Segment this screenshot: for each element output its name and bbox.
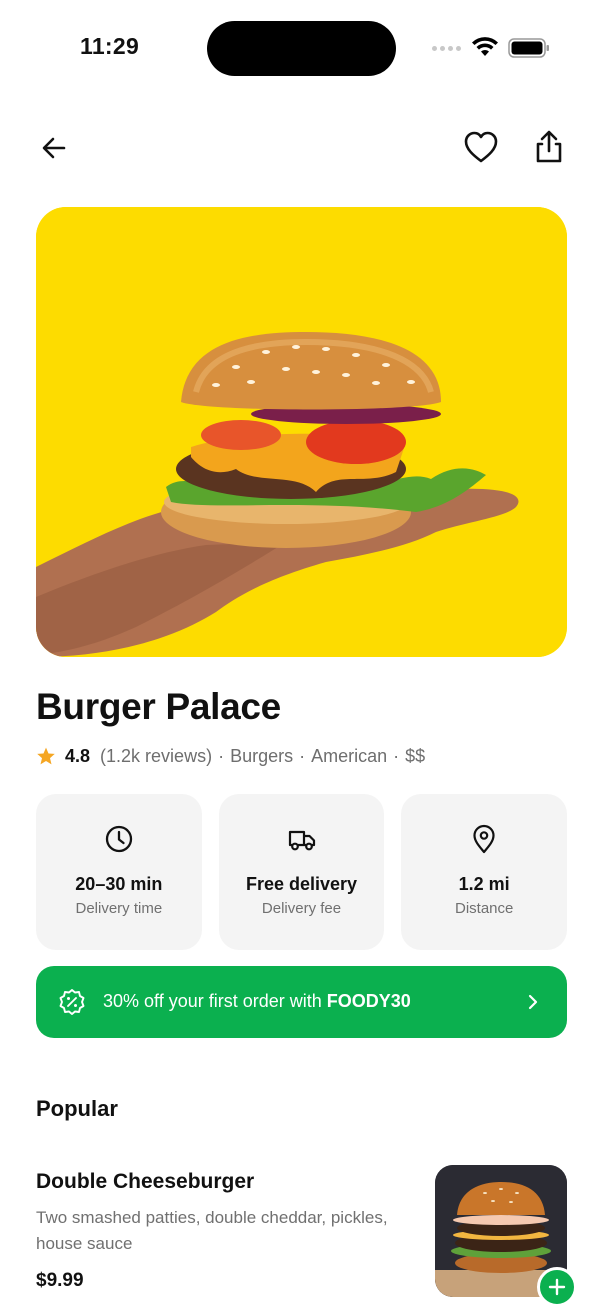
cuisine-tag: Burgers [230,745,294,766]
discount-badge-icon [59,989,85,1015]
price-level: $$ [405,745,426,766]
distance-card: 1.2 mi Distance [401,794,568,950]
favorite-button[interactable] [459,125,503,169]
menu-item[interactable]: Double Cheeseburger Two smashed patties,… [0,1160,603,1311]
truck-icon [288,830,315,851]
cellular-signal-icon [432,46,461,51]
promo-text: 30% off your first order with FOODY30 [103,991,411,1012]
promo-message: 30% off your first order with [103,991,327,1011]
hero-image [36,207,567,657]
delivery-time-label: Delivery time [75,900,163,917]
chevron-right-icon [528,994,538,1010]
rating-value: 4.8 [65,745,91,766]
meta-separator: · [299,745,306,766]
status-bar: 11:29 [0,0,603,96]
delivery-time-card: 20–30 min Delivery time [36,794,202,950]
arrow-left-icon [42,137,66,159]
popular-section-title: Popular [36,1096,118,1121]
status-time: 11:29 [80,33,140,59]
meta-separator: · [393,745,400,766]
menu-item-description: Two smashed patties, double cheddar, pic… [36,1208,388,1253]
battery-icon [508,38,549,58]
star-icon [37,747,55,765]
plus-icon [548,1278,566,1296]
menu-item-name: Double Cheeseburger [36,1170,255,1193]
delivery-fee-value: Free delivery [245,874,358,894]
add-to-cart-button[interactable] [537,1267,577,1307]
back-button[interactable] [32,126,76,170]
share-button[interactable] [527,125,571,169]
delivery-fee-card: Free delivery Delivery fee [218,794,385,950]
distance-value: 1.2 mi [458,874,510,894]
dynamic-island [207,21,396,76]
distance-label: Distance [455,900,514,917]
restaurant-name: Burger Palace [36,686,281,727]
location-pin-icon [473,824,495,854]
info-cards: 20–30 min Delivery time Free delivery De… [36,794,568,950]
cuisine-tag: American [311,745,388,766]
delivery-fee-label: Delivery fee [261,900,342,917]
clock-icon [105,825,132,853]
menu-item-price: $9.99 [36,1270,84,1291]
top-navigation [0,120,603,176]
promo-banner[interactable]: 30% off your first order with FOODY30 [36,966,567,1038]
review-count: (1.2k reviews) [100,745,213,766]
promo-code: FOODY30 [326,991,411,1011]
meta-separator: · [218,745,225,766]
wifi-icon [472,37,498,56]
share-icon [536,130,562,163]
delivery-time-value: 20–30 min [75,874,163,894]
restaurant-meta: 4.8 (1.2k reviews) · Burgers · American … [36,744,425,768]
heart-icon [464,131,498,163]
